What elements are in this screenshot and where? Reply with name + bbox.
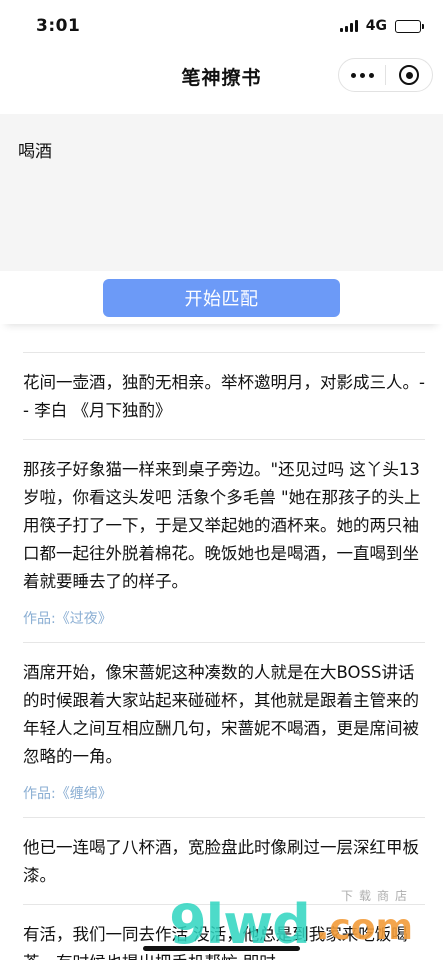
quote-text: 那孩子好象猫一样来到桌子旁边。"还见过吗 这丫头13岁啦，你看这头发吧 活象个多… [23, 460, 421, 591]
network-type: 4G [365, 18, 387, 34]
quote-text: 酒席开始，像宋蔷妮这种凑数的人就是在大BOSS讲话的时候跟着大家站起来碰碰杯，其… [23, 663, 419, 766]
page-title: 笔神撩书 [181, 66, 262, 89]
start-match-button[interactable]: 开始匹配 [103, 279, 340, 317]
list-item[interactable]: 那孩子好象猫一样来到桌子旁边。"还见过吗 这丫头13岁啦，你看这头发吧 活象个多… [23, 439, 425, 642]
list-item[interactable]: 酒席开始，像宋蔷妮这种凑数的人就是在大BOSS讲话的时候跟着大家站起来碰碰杯，其… [23, 642, 425, 817]
quote-text: 他已一连喝了八杯酒，宽脸盘此时像刷过一层深红甲板漆。 [23, 838, 419, 885]
results-list: 花间一壶酒，独酌无相亲。举杯邀明月，对影成三人。-- 李白 《月下独酌》 那孩子… [0, 352, 443, 960]
list-item[interactable]: 花间一壶酒，独酌无相亲。举杯邀明月，对影成三人。-- 李白 《月下独酌》 [23, 352, 425, 439]
list-item[interactable]: 有活，我们一同去作活 没活，他总是到我家来吃饭喝茶，有时候也提出把手机帮忙 即时 [23, 904, 425, 960]
status-indicators: 4G [339, 18, 424, 34]
quote-text: 有活，我们一同去作活 没活，他总是到我家来吃饭喝茶，有时候也提出把手机帮忙 即时 [23, 925, 408, 960]
button-zone: 开始匹配 [0, 271, 443, 324]
search-query-text: 喝酒 [18, 142, 52, 162]
battery-icon [395, 19, 424, 33]
miniprogram-capsule [338, 58, 433, 92]
list-item[interactable]: 他已一连喝了八杯酒，宽脸盘此时像刷过一层深红甲板漆。 [23, 817, 425, 904]
status-bar: 3:01 4G [0, 0, 443, 52]
home-indicator [143, 946, 300, 951]
quote-work[interactable]: 作品:《过夜》 [23, 608, 425, 628]
status-time: 3:01 [36, 16, 81, 36]
quote-work[interactable]: 作品:《缠绵》 [23, 783, 425, 803]
more-icon[interactable] [339, 59, 385, 91]
close-icon[interactable] [386, 59, 432, 91]
quote-text: 花间一壶酒，独酌无相亲。举杯邀明月，对影成三人。-- 李白 《月下独酌》 [23, 373, 425, 420]
signal-icon [339, 20, 358, 32]
search-input[interactable]: 喝酒 [0, 114, 443, 271]
nav-bar: 笔神撩书 [0, 52, 443, 100]
